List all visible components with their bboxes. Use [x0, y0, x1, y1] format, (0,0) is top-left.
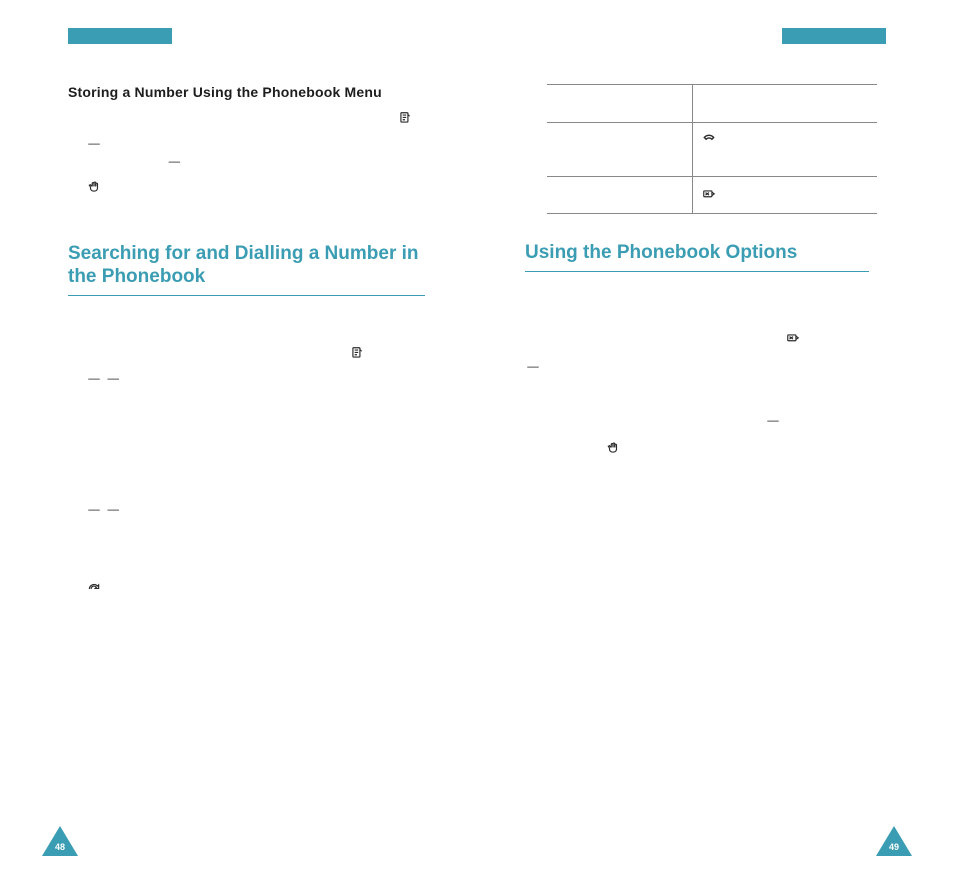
- notes-icon: [349, 345, 365, 363]
- table-row: Dial the number key: [547, 85, 877, 123]
- list-item: [dial] Once you have found the required …: [68, 581, 425, 617]
- right-content: Dial the number key Edit the number Opti…: [525, 84, 886, 458]
- edit-icon: [785, 331, 801, 349]
- list-item: — — To... Press the... View the highligh…: [68, 502, 425, 573]
- dash-icon: —: [86, 136, 102, 154]
- dash-icon: —: [105, 502, 121, 520]
- page-number: 49: [876, 842, 912, 852]
- table-cell: Dial the number: [547, 85, 692, 123]
- table-cell: key: [692, 176, 877, 214]
- list-item: When the idle screen is displayed, press…: [68, 310, 425, 363]
- section-rule: [525, 271, 869, 272]
- dash-icon: —: [105, 371, 121, 389]
- hand-icon: [86, 179, 102, 197]
- paragraph: [605, 440, 886, 458]
- section-rule: [68, 295, 425, 296]
- page-header-bar-left: [68, 28, 172, 44]
- options-body: When viewing any phonebook entry details…: [525, 286, 886, 459]
- list-item: When the idle screen is displayed, press…: [68, 110, 425, 128]
- page-header-bar-right: [782, 28, 886, 44]
- dash-icon: —: [166, 154, 182, 172]
- dash-icon: —: [525, 359, 541, 377]
- table-row: Edit the number Options soft key; refer …: [547, 122, 877, 176]
- heading-options: Using the Phonebook Options: [525, 242, 886, 265]
- search-steps: When the idle screen is displayed, press…: [68, 310, 425, 617]
- page-spread: Storing a Number Using the Phonebook Men…: [0, 0, 954, 874]
- dash-icon: —: [765, 413, 781, 431]
- list-item: — — Enter the start of the name that you…: [68, 371, 425, 407]
- table-cell: Edit the number: [547, 122, 692, 176]
- heading-search: Searching for and Dialling a Number in t…: [68, 243, 425, 289]
- list-item: — Scroll to New Entry by pressing the ▲ …: [68, 136, 425, 172]
- list-item: Note: You can also scroll through the ph…: [68, 415, 425, 451]
- left-content: Storing a Number Using the Phonebook Men…: [68, 84, 425, 617]
- exit-icon: [701, 187, 717, 204]
- phone-icon: [701, 133, 717, 150]
- page-number: 48: [42, 842, 78, 852]
- paragraph: When viewing any phonebook entry details…: [525, 286, 886, 322]
- table-cell: Exit the phonebook: [547, 176, 692, 214]
- page-left: Storing a Number Using the Phonebook Men…: [0, 0, 477, 874]
- dash-icon: —: [86, 371, 102, 389]
- table-row: Exit the phonebook key: [547, 176, 877, 214]
- list-item: The phonebook entries are listed, starti…: [68, 458, 425, 494]
- list-item: [hand] Then follow the storing procedure…: [68, 179, 425, 215]
- hand-icon: [605, 440, 621, 458]
- heading-store-menu: Storing a Number Using the Phonebook Men…: [68, 84, 425, 100]
- table-cell: Options soft key; refer to the opposite …: [692, 122, 877, 176]
- paragraph: — To... — Press the... — ▲ or ▼ key one …: [525, 359, 886, 430]
- notes-icon: [397, 110, 413, 128]
- table-cell: key: [692, 85, 877, 123]
- dial-icon: [86, 581, 102, 599]
- page-right: Dial the number key Edit the number Opti…: [477, 0, 954, 874]
- store-menu-steps: When the idle screen is displayed, press…: [68, 110, 425, 215]
- action-table: Dial the number key Edit the number Opti…: [547, 84, 877, 214]
- dash-icon: —: [86, 502, 102, 520]
- paragraph: [edit-icon] …: [525, 331, 886, 349]
